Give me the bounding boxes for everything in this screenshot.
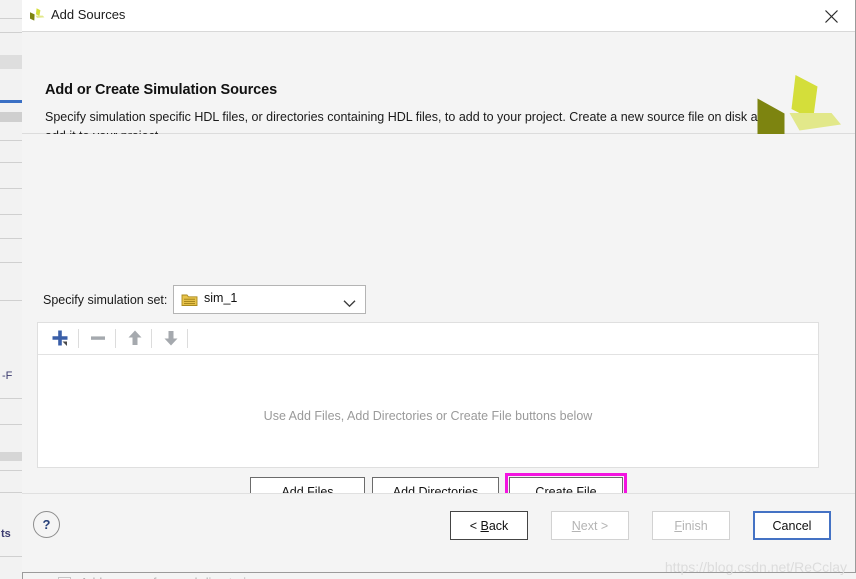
dialog-title: Add Sources bbox=[51, 7, 126, 22]
dialog-titlebar: Add Sources bbox=[22, 0, 855, 32]
add-subdirectories-checkbox[interactable]: Add sources from subdirectories bbox=[58, 574, 259, 579]
simulation-set-value: sim_1 bbox=[204, 291, 238, 305]
cancel-button[interactable]: Cancel bbox=[753, 511, 831, 540]
add-sources-button[interactable] bbox=[42, 323, 77, 353]
dialog-footer: ? < Back Next > Finish Cancel bbox=[22, 493, 855, 572]
background-edge-text-2: -F bbox=[2, 370, 13, 382]
simulation-set-label: Specify simulation set: bbox=[43, 293, 168, 307]
page-title: Add or Create Simulation Sources bbox=[45, 82, 278, 98]
background-application-edge: -F ts bbox=[0, 0, 23, 579]
source-list-toolbar bbox=[38, 323, 818, 355]
back-label: < Back bbox=[469, 518, 509, 533]
simulation-set-dropdown[interactable]: sim_1 bbox=[173, 285, 366, 314]
move-down-button bbox=[153, 323, 188, 353]
vivado-logo-icon bbox=[28, 7, 45, 24]
dialog-header: Add or Create Simulation Sources Specify… bbox=[22, 32, 855, 151]
empty-list-message: Use Add Files, Add Directories or Create… bbox=[263, 409, 593, 423]
finish-button: Finish bbox=[652, 511, 730, 540]
background-edge-text: ts bbox=[1, 528, 11, 540]
dialog-body: Specify simulation set: sim_1 Use Add Fi… bbox=[22, 134, 855, 579]
source-file-list: Use Add Files, Add Directories or Create… bbox=[37, 322, 819, 468]
remove-sources-button bbox=[80, 323, 115, 353]
close-icon[interactable] bbox=[811, 4, 851, 28]
screenshot-root: -F ts Add Sources Add or Create Simulati… bbox=[0, 0, 856, 579]
help-button[interactable]: ? bbox=[33, 511, 60, 538]
add-sources-dialog: Add Sources Add or Create Simulation Sou… bbox=[22, 0, 856, 579]
back-button[interactable]: < Back bbox=[450, 511, 528, 540]
chevron-down-icon bbox=[343, 295, 356, 308]
move-up-button bbox=[117, 323, 152, 353]
cancel-label: Cancel bbox=[772, 518, 812, 533]
next-label: Next > bbox=[571, 518, 609, 533]
simulation-set-folder-icon bbox=[181, 292, 198, 307]
next-button: Next > bbox=[551, 511, 629, 540]
finish-label: Finish bbox=[674, 518, 708, 533]
